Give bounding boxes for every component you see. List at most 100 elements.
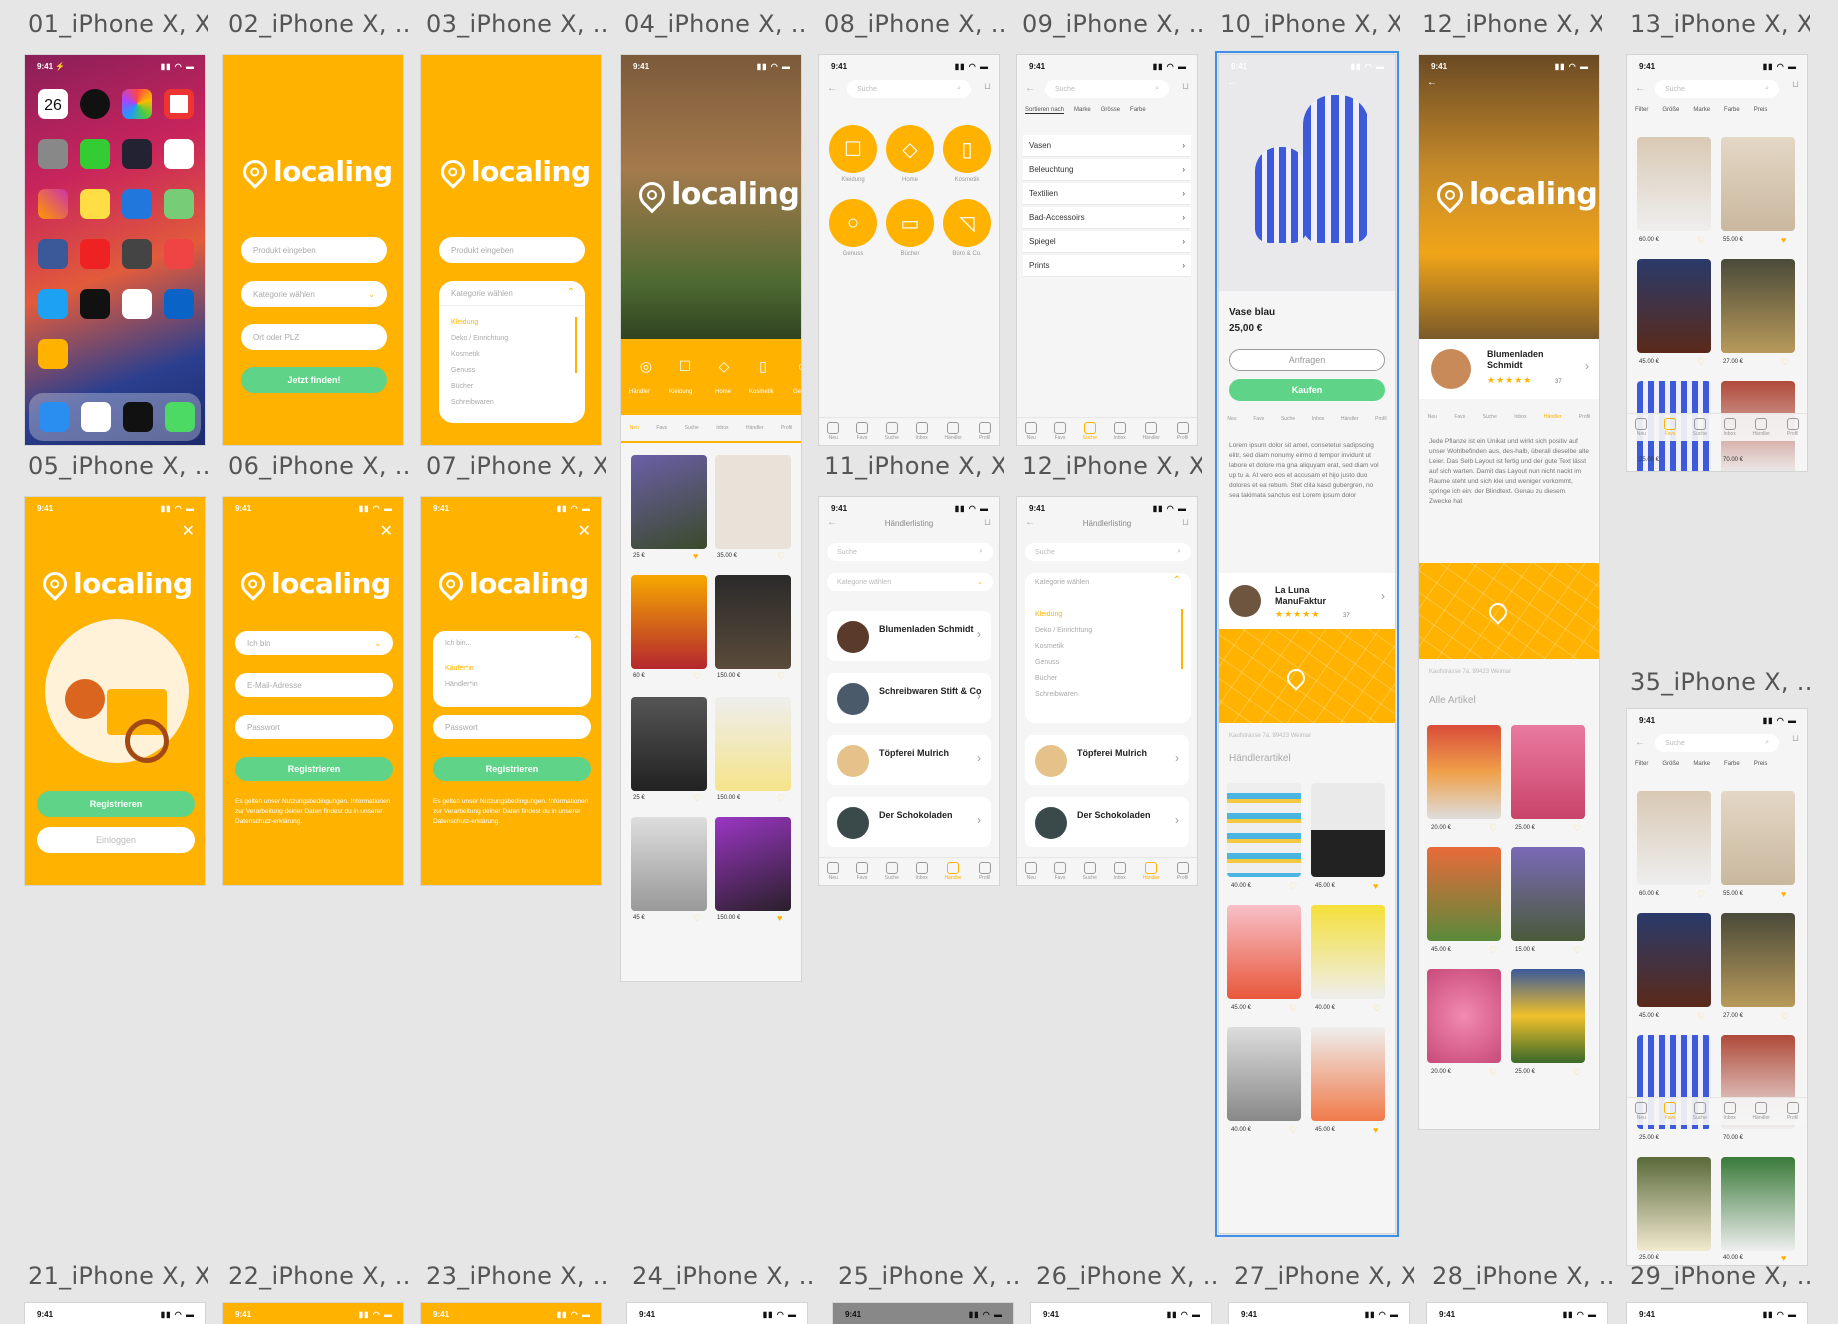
artboard-label[interactable]: 29_iPhone X, ...	[1630, 1262, 1810, 1290]
frame-21[interactable]: 9:41 ▮▮ ◠ ▬	[24, 1302, 206, 1324]
localing-app-icon[interactable]	[38, 339, 68, 369]
frame-search-dropdown[interactable]: localing Produkt eingeben Kategorie wähl…	[420, 54, 602, 446]
nav-merchant[interactable]: Händler	[1142, 422, 1160, 441]
frame-merchant-profile[interactable]: 9:41 ▮▮ ◠ ▬ ← localing Blumenladen Schmid…	[1418, 54, 1600, 1130]
ask-button[interactable]: Anfragen	[1229, 349, 1385, 371]
register-button[interactable]: Registrieren	[433, 757, 591, 781]
back-arrow-icon[interactable]: ←	[1227, 77, 1237, 88]
nav-profile[interactable]: Profil	[1787, 1102, 1799, 1121]
heart-icon[interactable]: ♥	[1373, 881, 1378, 891]
back-arrow-icon[interactable]: ←	[1635, 83, 1645, 94]
list-item[interactable]: Schreibwaren Stift & Co ›	[827, 673, 991, 723]
heart-icon[interactable]: ♥	[1373, 1125, 1378, 1135]
outlook-icon[interactable]	[164, 289, 194, 319]
heart-outline-icon[interactable]: ♡	[1781, 357, 1789, 368]
product-image[interactable]	[1721, 913, 1795, 1007]
product-image[interactable]	[1427, 725, 1501, 819]
nav-search[interactable]: Suche	[1693, 1102, 1707, 1121]
maps-icon[interactable]	[164, 189, 194, 219]
artboard-label[interactable]: 06_iPhone X, ...	[228, 452, 408, 480]
heart-outline-icon[interactable]: ♡	[693, 671, 701, 682]
cosmetics-icon[interactable]: ▯	[746, 349, 780, 383]
nav-search[interactable]: Suche	[885, 862, 899, 881]
heart-outline-icon[interactable]: ♡	[777, 551, 785, 562]
nav-search[interactable]: Suche	[1281, 416, 1295, 422]
nav-profile[interactable]: Profil	[979, 862, 991, 881]
twitter-icon[interactable]	[38, 289, 68, 319]
list-item[interactable]: Töpferei Mulrich ›	[827, 735, 991, 785]
cart-icon[interactable]: ⊔	[1182, 517, 1189, 528]
nav-favs[interactable]: Favs	[1664, 418, 1676, 437]
product-image[interactable]	[631, 697, 707, 791]
role-dropdown[interactable]: Ich bin... ⌃ Käufer*in Händler*in	[433, 631, 591, 707]
location-pin-icon[interactable]	[1485, 599, 1511, 625]
nav-favs[interactable]: Favs	[856, 862, 868, 881]
option-genuss[interactable]: Genuss	[1035, 657, 1059, 668]
frame-feed[interactable]: 9:41▮▮ ◠ ▬ localing ◎ ☐ ◇ ▯ ○ Händler Kl…	[620, 54, 802, 982]
heart-icon[interactable]: ♥	[1781, 235, 1786, 245]
password-field[interactable]: Passwort	[433, 715, 591, 739]
product-image[interactable]	[1721, 1157, 1795, 1251]
product-image[interactable]	[1721, 791, 1795, 885]
filter-tab[interactable]: Größe	[1662, 761, 1679, 767]
nav-search[interactable]: Suche	[1083, 862, 1097, 881]
chrome-icon[interactable]	[164, 89, 194, 119]
chevron-up-icon[interactable]: ⌃	[567, 287, 575, 298]
filter-tab[interactable]: Größe	[1662, 107, 1679, 113]
artboard-label[interactable]: 22_iPhone X, ...	[228, 1262, 408, 1290]
nav-favs[interactable]: Favs	[1664, 1102, 1676, 1121]
nav-merchant[interactable]: Händler	[1752, 418, 1770, 437]
product-image[interactable]	[1637, 259, 1711, 353]
list-item[interactable]: Vasen ›	[1023, 135, 1191, 157]
nav-merchant[interactable]: Händler	[944, 862, 962, 881]
heart-icon[interactable]: ♥	[1781, 1253, 1786, 1263]
artboard-label[interactable]: 11_iPhone X, X...	[824, 452, 1004, 480]
option-buyer[interactable]: Käufer*in	[445, 663, 474, 674]
artboard-label[interactable]: 05_iPhone X, ...	[28, 452, 208, 480]
artboard-label[interactable]: 35_iPhone X, ...	[1630, 668, 1810, 696]
books-tile-icon[interactable]: ▭	[886, 199, 934, 247]
nav-inbox[interactable]: Inbox	[916, 862, 928, 881]
nav-new[interactable]: Neu	[1428, 414, 1437, 420]
gmail-icon[interactable]	[81, 402, 111, 432]
spotify-icon[interactable]	[123, 402, 153, 432]
nav-merchant[interactable]: Händler	[1142, 862, 1160, 881]
option-deko[interactable]: Deko / Einrichtung	[451, 333, 508, 344]
heart-outline-icon[interactable]: ♡	[1697, 889, 1705, 900]
back-arrow-icon[interactable]: ←	[1427, 77, 1437, 88]
nav-inbox[interactable]: Inbox	[1312, 416, 1324, 422]
filter-tab[interactable]: Preis	[1754, 107, 1768, 113]
tab-brand[interactable]: Marke	[1074, 107, 1091, 114]
heart-outline-icon[interactable]: ♡	[1489, 823, 1497, 834]
product-image[interactable]	[1427, 969, 1501, 1063]
nav-new[interactable]: Neu	[827, 422, 839, 441]
clothing-tile-icon[interactable]: ☐	[829, 125, 877, 173]
product-image[interactable]	[1511, 725, 1585, 819]
list-item[interactable]: Blumenladen Schmidt ›	[827, 611, 991, 661]
option-schreibwaren[interactable]: Schreibwaren	[451, 397, 494, 408]
product-image[interactable]	[1721, 137, 1795, 231]
nav-inbox[interactable]: Inbox	[1724, 1102, 1736, 1121]
heart-outline-icon[interactable]: ♡	[1373, 1003, 1381, 1014]
scrollbar[interactable]	[575, 317, 577, 373]
nav-search[interactable]: Suche	[885, 422, 899, 441]
merchant-card[interactable]: La Luna ManuFaktur ★★★★★ 37 ›	[1219, 573, 1395, 629]
product-image[interactable]	[715, 455, 791, 549]
frame-24[interactable]: 9:41 ▮▮ ◠ ▬	[626, 1302, 808, 1324]
product-image[interactable]	[631, 455, 707, 549]
map[interactable]	[1419, 563, 1599, 659]
list-item[interactable]: Bad-Accessoirs ›	[1023, 207, 1191, 229]
frame-28[interactable]: 9:41 ▮▮ ◠ ▬	[1426, 1302, 1608, 1324]
merchant-card[interactable]: Blumenladen Schmidt ★★★★★ 37 ›	[1419, 339, 1599, 399]
option-buecher[interactable]: Bücher	[1035, 673, 1057, 684]
filter-tab[interactable]: Marke	[1693, 761, 1710, 767]
nav-merchant[interactable]: Händler	[746, 425, 764, 431]
option-kleidung[interactable]: Kleidung	[451, 317, 478, 328]
chevron-up-icon[interactable]: ⌃	[1173, 575, 1181, 586]
frame-27[interactable]: 9:41 ▮▮ ◠ ▬	[1228, 1302, 1410, 1324]
food-icon[interactable]: ○	[785, 349, 801, 383]
product-image[interactable]	[1427, 847, 1501, 941]
category-dropdown[interactable]: Kategorie wählen ⌃ Kleidung Deko / Einri…	[1025, 573, 1191, 723]
cosmetics-tile-icon[interactable]: ▯	[943, 125, 991, 173]
search-input[interactable]: Suche ⌕	[847, 80, 971, 98]
